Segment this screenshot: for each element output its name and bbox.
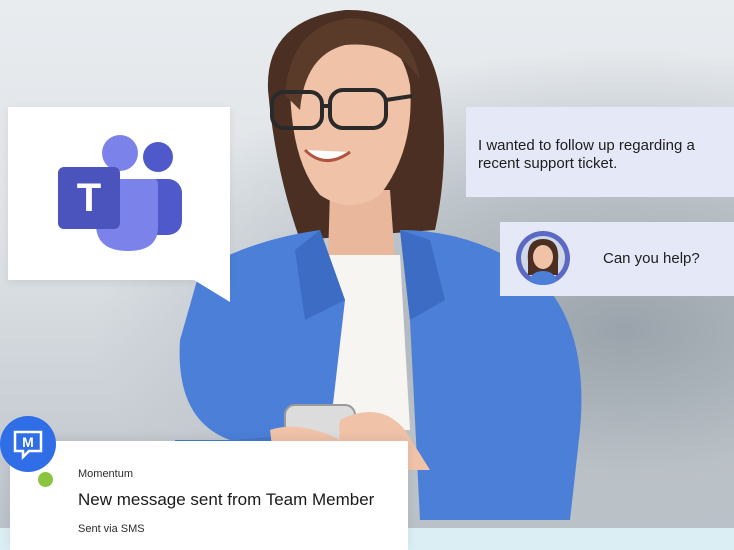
chat-message-2: Can you help? [603,250,700,267]
online-status-dot [36,470,55,489]
app-icon-letters: M [22,434,34,450]
teams-letter: T [77,176,101,220]
notification-app-name: Momentum [78,468,134,480]
chat-message-1: I wanted to follow up regarding a recent… [478,137,695,172]
notification-card[interactable]: Momentum New message sent from Team Memb… [10,441,408,550]
chat-bubble-1: I wanted to follow up regarding a recent… [466,107,734,197]
chat-m-icon: M [13,430,43,461]
avatar [516,231,570,285]
notification-title: New message sent from Team Member [78,490,375,509]
momentum-app-icon: M [0,416,56,489]
microsoft-teams-icon: T [58,135,182,251]
chat-bubble-2: Can you help? [500,222,734,296]
notification-subtitle: Sent via SMS [78,523,145,535]
teams-logo-card: T [8,107,230,302]
avatar-portrait-icon [517,232,569,285]
